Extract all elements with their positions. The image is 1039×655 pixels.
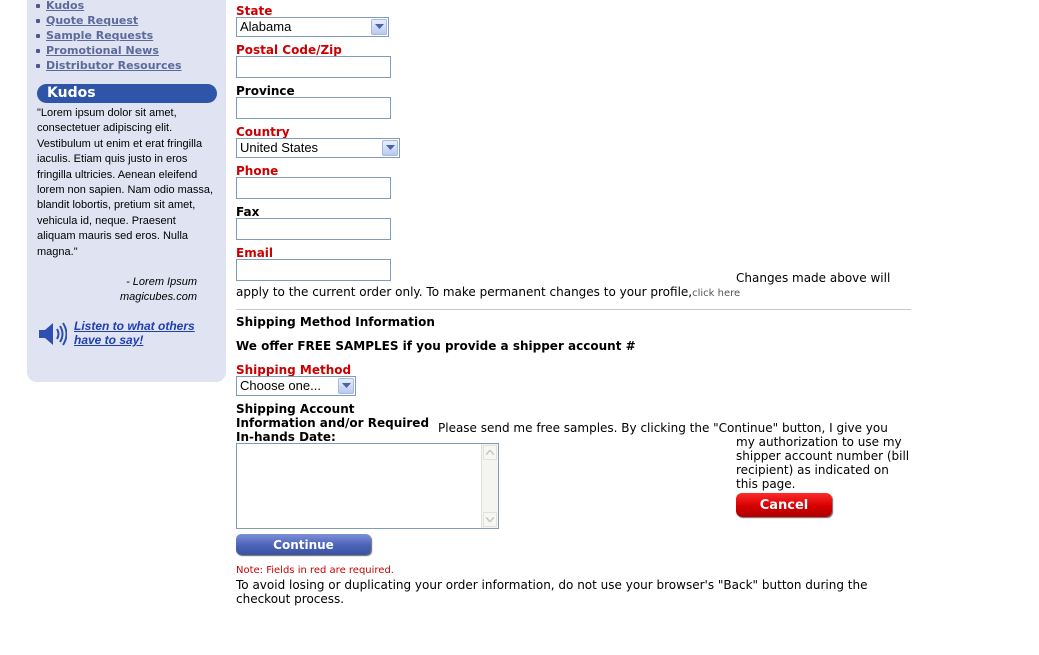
email-input[interactable] — [236, 259, 391, 281]
textarea-scrollbar[interactable] — [481, 444, 498, 528]
province-label: Province — [236, 84, 295, 98]
changes-note-part2: apply to the current order only. To make… — [236, 285, 693, 299]
sidebar-link-promotional-news[interactable]: Promotional News — [46, 43, 159, 58]
free-samples-authorization-part1: Please send me free samples. By clicking… — [438, 421, 888, 435]
sidebar-link-kudos[interactable]: Kudos — [46, 0, 84, 13]
required-fields-note: Note: Fields in red are required. — [236, 565, 394, 576]
profile-click-here-link[interactable]: click here — [692, 288, 740, 299]
state-label: State — [236, 4, 273, 18]
chevron-down-icon[interactable] — [338, 378, 354, 394]
state-select-value: Alabama — [240, 19, 292, 34]
shipping-account-textarea[interactable] — [236, 443, 499, 529]
kudos-author: - Lorem Ipsum — [126, 276, 197, 288]
speaker-icon[interactable] — [37, 321, 67, 347]
bullet-icon — [36, 48, 40, 53]
state-select[interactable]: Alabama — [236, 17, 389, 37]
fax-label: Fax — [236, 205, 260, 219]
sidebar: Kudos Quote Request Sample Requests Prom… — [27, 0, 226, 382]
cancel-button[interactable]: Cancel — [736, 493, 832, 517]
free-samples-authorization-part2: my authorization to use my shipper accou… — [736, 435, 910, 491]
kudos-quote: "Lorem ipsum dolor sit amet, consectetue… — [37, 107, 214, 258]
bullet-icon — [36, 18, 40, 23]
country-select-value: United States — [240, 140, 319, 155]
sidebar-item-kudos: Kudos — [36, 0, 182, 13]
shipping-method-value: Choose one... — [240, 378, 321, 393]
kudos-heading: Kudos — [37, 84, 217, 103]
phone-input[interactable] — [236, 177, 391, 199]
changes-note: apply to the current order only. To make… — [236, 285, 740, 301]
sidebar-nav: Kudos Quote Request Sample Requests Prom… — [36, 0, 182, 73]
shipping-account-label: Shipping Account Information and/or Requ… — [236, 402, 430, 444]
back-button-warning: To avoid losing or duplicating your orde… — [236, 578, 868, 606]
fax-input[interactable] — [236, 218, 391, 240]
continue-button[interactable]: Continue — [236, 534, 371, 555]
scroll-up-icon[interactable] — [483, 445, 497, 460]
sidebar-item-promotional-news: Promotional News — [36, 43, 182, 58]
bullet-icon — [36, 33, 40, 38]
phone-label: Phone — [236, 164, 279, 178]
sidebar-item-quote-request: Quote Request — [36, 13, 182, 28]
listen-testimonials-link[interactable]: Listen to what others have to say! — [74, 319, 214, 347]
changes-note-part1: Changes made above will — [736, 271, 891, 285]
shipping-section-title: Shipping Method Information — [236, 315, 435, 329]
postal-code-label: Postal Code/Zip — [236, 43, 342, 57]
free-samples-notice: We offer FREE SAMPLES if you provide a s… — [236, 339, 636, 353]
shipping-method-select[interactable]: Choose one... — [236, 376, 356, 396]
province-input[interactable] — [236, 97, 391, 119]
scroll-down-icon[interactable] — [483, 512, 497, 527]
checkout-form: State Alabama Postal Code/Zip Province C… — [236, 0, 916, 655]
section-divider — [236, 309, 911, 310]
bullet-icon — [36, 63, 40, 68]
sidebar-item-sample-requests: Sample Requests — [36, 28, 182, 43]
postal-code-input[interactable] — [236, 56, 391, 78]
chevron-down-icon[interactable] — [371, 19, 387, 35]
bullet-icon — [36, 3, 40, 8]
kudos-site: magicubes.com — [119, 291, 197, 304]
sidebar-item-distributor-resources: Distributor Resources — [36, 58, 182, 73]
sidebar-link-sample-requests[interactable]: Sample Requests — [46, 28, 153, 43]
country-label: Country — [236, 125, 290, 139]
sidebar-link-quote-request[interactable]: Quote Request — [46, 13, 138, 28]
email-label: Email — [236, 246, 274, 260]
country-select[interactable]: United States — [236, 138, 400, 158]
kudos-attribution: - Lorem Ipsum magicubes.com — [37, 275, 197, 306]
shipping-method-label: Shipping Method — [236, 363, 352, 377]
sidebar-link-distributor-resources[interactable]: Distributor Resources — [46, 58, 182, 73]
chevron-down-icon[interactable] — [382, 140, 398, 156]
